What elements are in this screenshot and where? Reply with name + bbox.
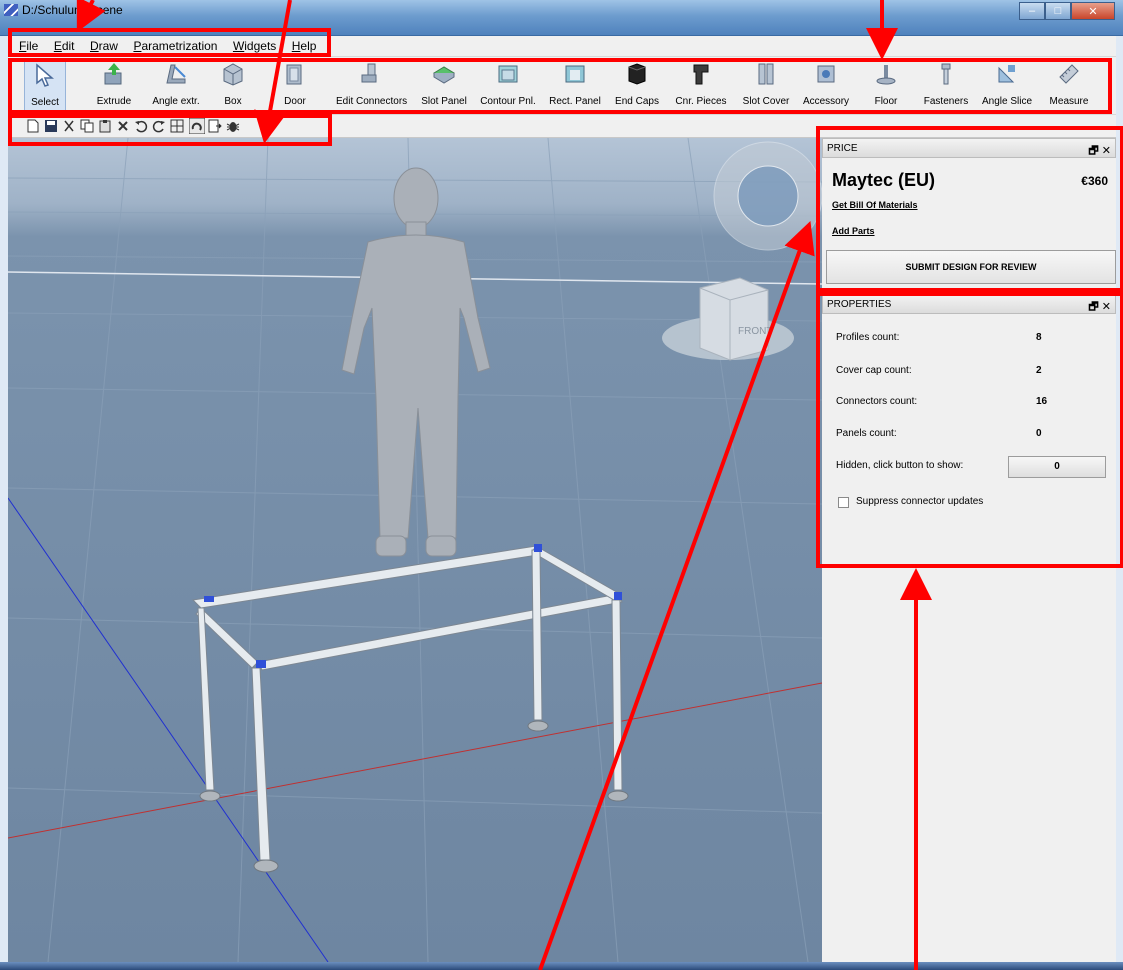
arrow-quick-toolbar (254, 0, 292, 144)
arrow-menu (76, 0, 106, 33)
annotation-arrows (76, 0, 932, 970)
arrow-price (538, 220, 815, 970)
